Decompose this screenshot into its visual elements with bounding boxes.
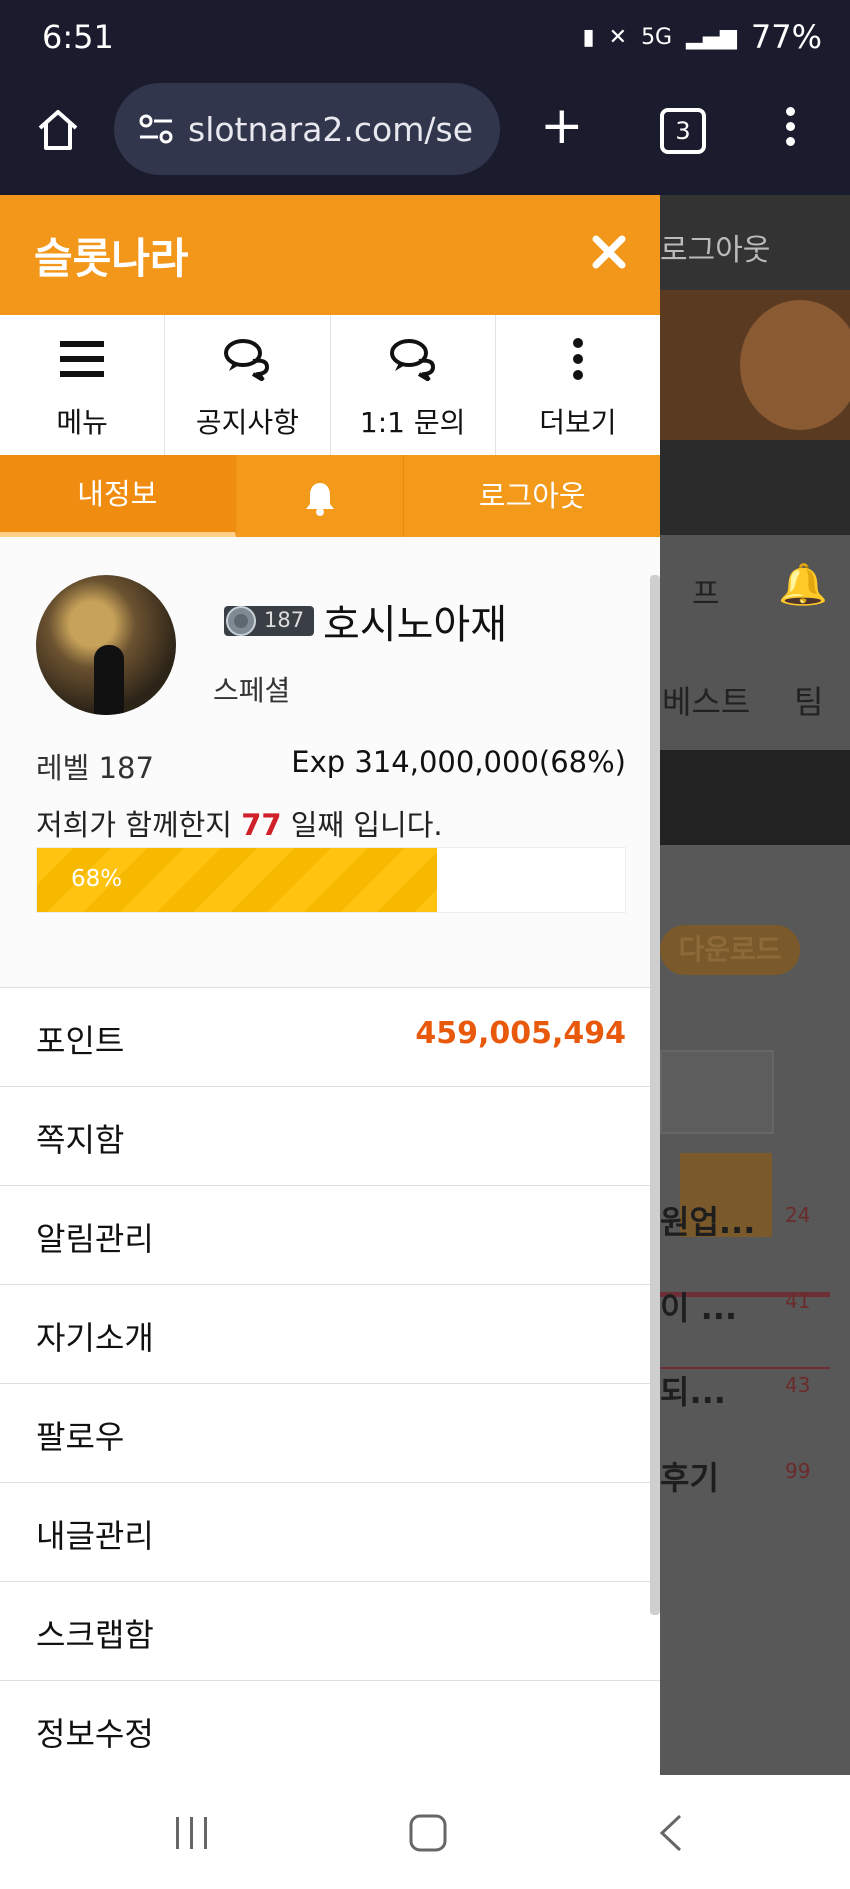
menu-item-label: 정보수정 [36,1715,154,1753]
avatar[interactable] [36,575,176,715]
chat-icon [224,339,270,381]
tab-logout[interactable]: 로그아웃 [404,455,660,537]
recent-apps-icon[interactable] [172,1813,212,1853]
drawer-header: 슬롯나라 [0,195,660,315]
browser-toolbar: slotnara2.com/se + 3 [0,80,850,195]
menu-item-introduction[interactable]: 자기소개 [0,1284,660,1383]
background-page: 로그아웃 프 🔔 베스트 팀 다운로드 원업... 24 이 ... 41 되...… [660,195,850,1775]
drawer-tabs: 내정보 로그아웃 [0,455,660,537]
vertical-dots-icon [572,338,583,380]
site-settings-icon[interactable] [138,113,174,145]
quick-notice-label: 공지사항 [195,406,299,439]
url-text: slotnara2.com/se [188,109,473,149]
menu-item-label: 내글관리 [36,1517,154,1555]
menu-item-follow[interactable]: 팔로우 [0,1383,660,1482]
side-drawer: 슬롯나라 메뉴 공지사항 1:1 문의 더보기 내정보 로그아웃 187 호시노… [0,195,660,1775]
drawer-title: 슬롯나라 [34,234,189,283]
bg-tab-fragment: 프 [692,577,720,612]
bg-dark-band [660,440,850,535]
status-icons: ▮ ✕ 5G ▂▄▆ 77% [583,18,822,56]
menu-item-label: 스크랩함 [36,1616,154,1654]
tab-count-button[interactable]: 3 [660,108,706,154]
bg-dark-band-2 [660,750,850,845]
points-value: 459,005,494 [415,1016,626,1051]
menu-item-label: 쪽지함 [36,1121,125,1159]
status-bar: 6:51 ▮ ✕ 5G ▂▄▆ 77% [0,0,850,80]
bg-nav-best: 베스트 [662,683,751,721]
system-nav-bar [0,1775,850,1889]
chat-icon [389,339,435,381]
menu-item-label: 팔로우 [36,1418,125,1456]
menu-item-messages[interactable]: 쪽지함 [0,1086,660,1185]
new-tab-icon[interactable]: + [540,100,584,152]
days-text: 저희가 함께한지 77 일째 입니다. [36,808,443,842]
battery-percent: 77% [750,18,822,56]
bg-list-item: 이 ... 41 [660,1289,811,1327]
points-label: 포인트 [36,1022,125,1060]
bg-list-item: 되... 43 [660,1373,811,1411]
menu-item-edit-info[interactable]: 정보수정 [0,1680,660,1775]
profile-card: 187 호시노아재 스페셜 레벨 187 Exp 314,000,000(68%… [0,537,660,987]
hamburger-icon [60,341,105,377]
menu-item-points[interactable]: 포인트 459,005,494 [0,987,660,1086]
quick-inquiry-label: 1:1 문의 [359,406,466,439]
drawer-menu: 포인트 459,005,494 쪽지함 알림관리 자기소개 팔로우 내글관리 스… [0,987,660,1775]
exp-progress-label: 68% [71,866,123,892]
menu-item-label: 자기소개 [36,1319,154,1357]
status-time: 6:51 [42,18,114,56]
mute-icon: ✕ [608,24,628,50]
browser-menu-icon[interactable] [780,102,800,162]
bg-select [660,1050,774,1134]
quick-menu: 메뉴 공지사항 1:1 문의 더보기 [0,315,660,455]
days-count: 77 [241,808,282,842]
bg-list-item: 후기 99 [660,1459,811,1497]
menu-item-my-posts[interactable]: 내글관리 [0,1482,660,1581]
bell-icon [305,483,334,516]
bg-nav-row: 베스트 팀 [660,645,850,750]
quick-menu-item[interactable]: 메뉴 [0,315,166,455]
exp-text: Exp 314,000,000(68%) [291,745,626,779]
tab-notifications[interactable] [236,455,405,537]
close-icon[interactable] [590,233,628,271]
drawer-scrollbar[interactable] [650,575,660,1615]
tab-my-info[interactable]: 내정보 [0,455,236,537]
home-icon[interactable] [34,106,82,154]
level-text: 레벨 187 [36,751,154,785]
nickname: 호시노아재 [323,602,507,648]
quick-more-label: 더보기 [539,406,617,439]
level-badge: 187 [224,604,314,638]
bg-tab-row: 프 🔔 [660,535,850,645]
battery-saver-icon: ▮ [582,24,595,50]
quick-menu-label: 메뉴 [56,406,108,439]
network-label: 5G [641,24,673,50]
exp-progress-bar: 68% [36,847,626,913]
bg-download-button: 다운로드 [660,925,800,975]
url-bar[interactable]: slotnara2.com/se [114,83,500,175]
home-nav-icon[interactable] [408,1813,448,1853]
member-rank: 스페셜 [213,674,291,707]
quick-more[interactable]: 더보기 [496,315,660,455]
quick-notice[interactable]: 공지사항 [165,315,331,455]
menu-item-notifications[interactable]: 알림관리 [0,1185,660,1284]
menu-item-scraps[interactable]: 스크랩함 [0,1581,660,1680]
signal-icon: ▂▄▆ [686,24,737,50]
back-icon[interactable] [652,1813,692,1853]
bg-banner [660,290,850,440]
bg-nav-partial: 팀 [794,683,824,721]
quick-inquiry[interactable]: 1:1 문의 [331,315,496,455]
menu-item-label: 알림관리 [36,1220,154,1258]
bg-bell-icon: 🔔 [778,562,828,608]
bg-list-item: 원업... 24 [660,1203,811,1241]
level-badge-number: 187 [264,608,305,632]
